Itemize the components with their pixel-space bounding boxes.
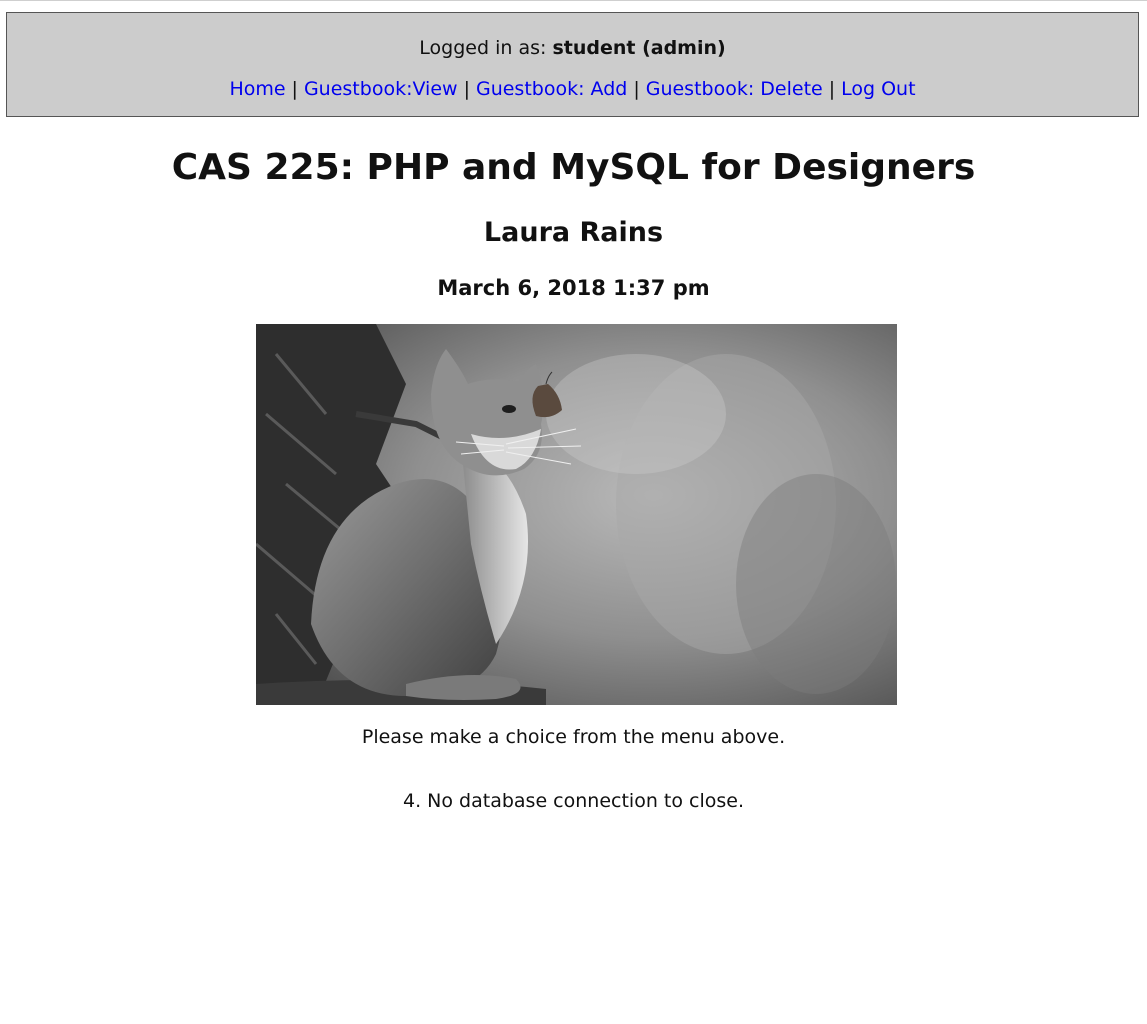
nav-guestbook-delete-link[interactable]: Guestbook: Delete (646, 78, 823, 100)
author-name: Laura Rains (483, 217, 664, 248)
db-status-message: 4. No database connection to close. (403, 790, 744, 812)
login-user: student (admin) (552, 37, 726, 59)
nav-guestbook-add-link[interactable]: Guestbook: Add (476, 78, 627, 100)
kitten-photo (256, 324, 897, 705)
page-title: CAS 225: PHP and MySQL for Designers (171, 147, 976, 188)
top-divider (0, 0, 1147, 1)
nav-separator: | (463, 78, 470, 100)
nav-home-link[interactable]: Home (229, 78, 285, 100)
login-status: Logged in as: student (admin) (7, 37, 1138, 59)
nav-logout-link[interactable]: Log Out (841, 78, 915, 100)
login-header: Logged in as: student (admin) Home | Guest… (6, 12, 1139, 117)
login-prefix: Logged in as: (419, 37, 547, 59)
nav-guestbook-view-link[interactable]: Guestbook:View (304, 78, 458, 100)
main-nav: Home | Guestbook:View | Guestbook: Add | Guest… (7, 78, 1138, 100)
nav-separator: | (291, 78, 298, 100)
date-time: March 6, 2018 1:37 pm (437, 276, 710, 300)
nav-separator: | (633, 78, 640, 100)
nav-separator: | (828, 78, 836, 100)
menu-instruction: Please make a choice from the menu above… (361, 726, 786, 748)
